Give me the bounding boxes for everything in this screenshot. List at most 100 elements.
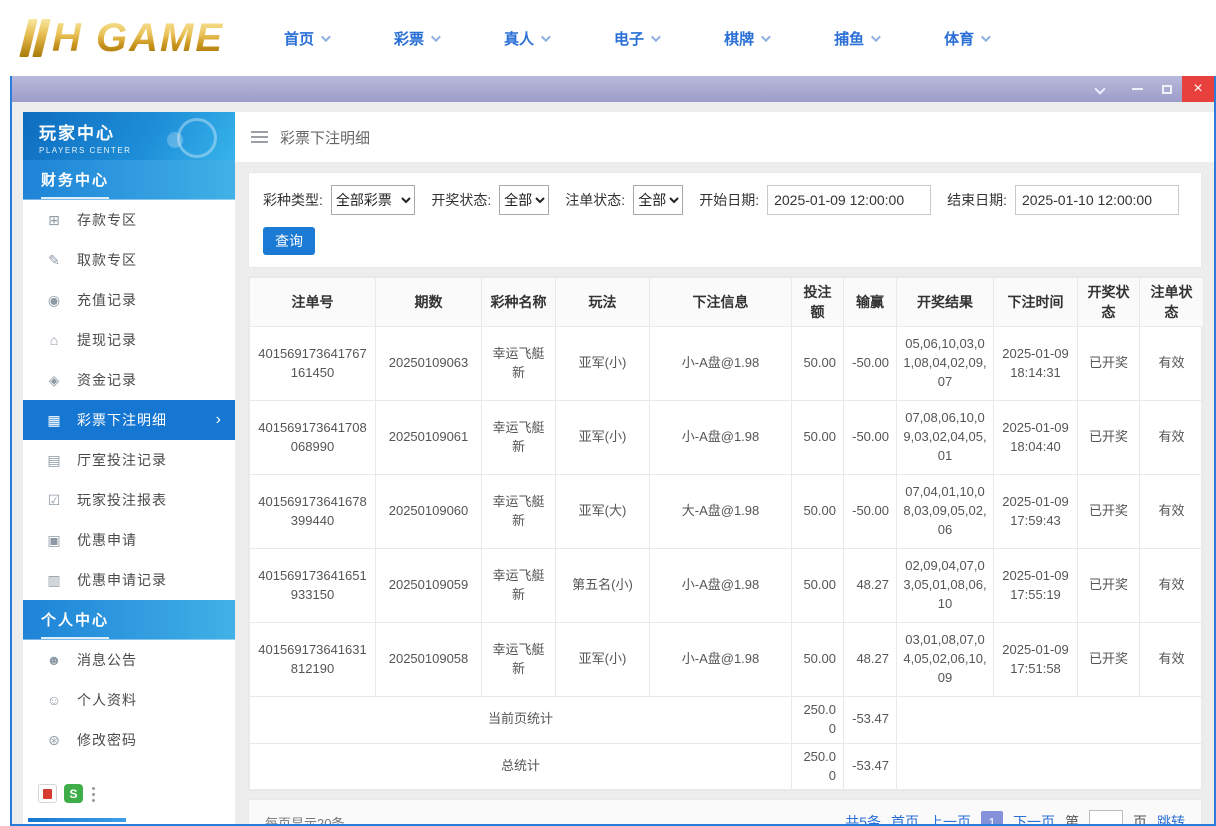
- sidebar-item-label: 个人资料: [77, 692, 137, 708]
- cell-bet-amount: 50.00: [791, 326, 844, 401]
- sidebar-item-label: 优惠申请记录: [77, 572, 167, 588]
- summary-win-loss: -53.47: [843, 742, 897, 791]
- cell-win-loss: -50.00: [843, 326, 897, 401]
- summary-win-loss: -53.47: [843, 696, 897, 744]
- summary-row-current-page: 当前页统计 250.00 -53.47: [249, 696, 1204, 744]
- cell-period: 20250109063: [375, 326, 482, 401]
- sidebar-item-lottery-bet-detail[interactable]: ▦ 彩票下注明细 ›: [23, 400, 235, 440]
- cell-draw-status: 已开奖: [1077, 474, 1140, 549]
- sidebar-item-announcements[interactable]: ☻ 消息公告: [23, 640, 235, 680]
- ime-menu-dots-icon[interactable]: [90, 785, 98, 803]
- bets-table-card: 注单号 期数 彩种名称 玩法 下注信息 投注额 输赢 开奖结果 下注时间 开奖状…: [248, 276, 1204, 792]
- col-lottery-name: 彩种名称: [481, 277, 556, 327]
- nav-item-live[interactable]: 真人: [504, 28, 551, 49]
- cell-bet-time: 2025-01-09 17:55:19: [993, 548, 1078, 623]
- nav-label: 体育: [944, 30, 975, 48]
- sidebar-item-withdrawal-record[interactable]: ⌂ 提现记录: [23, 320, 235, 360]
- nav-item-slots[interactable]: 电子: [614, 28, 661, 49]
- cell-bet-amount: 50.00: [791, 622, 844, 697]
- chevron-down-icon: [981, 31, 991, 42]
- table-header-row: 注单号 期数 彩种名称 玩法 下注信息 投注额 输赢 开奖结果 下注时间 开奖状…: [249, 277, 1204, 327]
- sidebar-item-recharge-record[interactable]: ◉ 充值记录: [23, 280, 235, 320]
- chevron-down-icon: [541, 31, 551, 42]
- table-row: 401569173641767161450 20250109063 幸运飞艇新 …: [249, 326, 1204, 401]
- col-bet-amount: 投注额: [791, 277, 844, 327]
- start-date-input[interactable]: [767, 185, 932, 215]
- jump-go-link[interactable]: 跳转: [1157, 812, 1185, 824]
- sidebar-item-profile[interactable]: ☺ 个人资料: [23, 680, 235, 720]
- col-bet-id: 注单号: [249, 277, 376, 327]
- content-area: 彩种类型: 全部彩票 开奖状态: 全部 注单状态: 全部 开始日期: 2025-…: [235, 162, 1214, 824]
- first-page-link[interactable]: 首页: [891, 812, 919, 824]
- draw-status-select[interactable]: 全部: [499, 185, 550, 215]
- cell-bet-status: 有效: [1139, 622, 1204, 697]
- sidebar-title: 玩家中心: [39, 124, 115, 143]
- minimize-button[interactable]: [1122, 76, 1152, 102]
- cell-period: 20250109059: [375, 548, 482, 623]
- sidebar-item-deposit[interactable]: ⊞ 存款专区: [23, 200, 235, 240]
- sidebar-item-promo-apply[interactable]: ▣ 优惠申请: [23, 520, 235, 560]
- section-title: 财务中心: [41, 169, 110, 199]
- cell-bet-info: 小-A盘@1.98: [649, 326, 792, 401]
- chevron-down-icon: [651, 31, 661, 42]
- nav-item-lottery[interactable]: 彩票: [394, 28, 441, 49]
- prev-page-link[interactable]: 上一页: [929, 812, 971, 824]
- sidebar-item-funds-record[interactable]: ◈ 资金记录: [23, 360, 235, 400]
- menu-toggle-icon[interactable]: [251, 131, 268, 143]
- ime-sogou-icon[interactable]: S: [64, 784, 83, 803]
- sidebar-item-promo-apply-record[interactable]: ▥ 优惠申请记录: [23, 560, 235, 600]
- cell-period: 20250109060: [375, 474, 482, 549]
- nav-item-cards[interactable]: 棋牌: [724, 28, 771, 49]
- sidebar-item-label: 彩票下注明细: [77, 412, 167, 428]
- col-play: 玩法: [555, 277, 650, 327]
- ime-skin-bar: [28, 818, 126, 822]
- promo-apply-icon: ▣: [47, 531, 61, 548]
- sidebar-item-change-password[interactable]: ⊛ 修改密码: [23, 720, 235, 760]
- sidebar-item-room-bet-record[interactable]: ▤ 厅室投注记录: [23, 440, 235, 480]
- section-personal-center: 个人中心: [23, 600, 235, 640]
- sidebar-item-withdraw[interactable]: ✎ 取款专区: [23, 240, 235, 280]
- end-date-input[interactable]: [1015, 185, 1179, 215]
- cell-bet-time: 2025-01-09 17:59:43: [993, 474, 1078, 549]
- summary-empty: [896, 696, 1204, 744]
- sidebar-item-label: 存款专区: [77, 212, 137, 228]
- sidebar-item-player-bet-report[interactable]: ☑ 玩家投注报表: [23, 480, 235, 520]
- cell-bet-status: 有效: [1139, 400, 1204, 475]
- profile-icon: ☺: [46, 692, 62, 708]
- nav-item-fishing[interactable]: 捕鱼: [834, 28, 881, 49]
- col-win-loss: 输赢: [843, 277, 897, 327]
- brand-logo: H GAME: [19, 16, 224, 61]
- cell-bet-amount: 50.00: [791, 400, 844, 475]
- col-period: 期数: [375, 277, 482, 327]
- app-window: × 玩家中心 PLAYERS CENTER 财务中心 ⊞ 存款专区 ✎ 取款专区…: [10, 76, 1216, 826]
- ime-handwriting-icon[interactable]: [38, 784, 57, 803]
- minimize-icon: [1131, 88, 1143, 90]
- section-title: 个人中心: [41, 609, 110, 639]
- sidebar-item-label: 修改密码: [77, 732, 137, 748]
- cell-bet-time: 2025-01-09 17:51:58: [993, 622, 1078, 697]
- sidebar-subtitle: PLAYERS CENTER: [39, 146, 132, 155]
- close-button[interactable]: ×: [1182, 76, 1214, 102]
- end-date-label: 结束日期:: [947, 192, 1007, 208]
- cell-lottery-name: 幸运飞艇新: [481, 400, 556, 475]
- table-row: 401569173641651933150 20250109059 幸运飞艇新 …: [249, 548, 1204, 623]
- search-button[interactable]: 查询: [263, 227, 315, 255]
- current-page-badge[interactable]: 1: [981, 811, 1003, 824]
- lottery-type-select[interactable]: 全部彩票: [330, 185, 416, 215]
- table-row: 401569173641708068990 20250109061 幸运飞艇新 …: [249, 400, 1204, 475]
- cell-period: 20250109058: [375, 622, 482, 697]
- nav-item-sports[interactable]: 体育: [944, 28, 991, 49]
- jump-page-input[interactable]: [1089, 810, 1123, 824]
- cell-draw-result: 07,04,01,10,08,03,09,05,02,06: [896, 474, 994, 549]
- nav-item-home[interactable]: 首页: [284, 28, 331, 49]
- funds-record-icon: ◈: [48, 371, 60, 388]
- next-page-link[interactable]: 下一页: [1013, 812, 1055, 824]
- pagination-bar: 每页显示20条 共5条 首页 上一页 1 下一页 第 页 跳转: [248, 799, 1202, 824]
- maximize-button[interactable]: [1152, 76, 1182, 102]
- bet-status-select[interactable]: 全部: [633, 185, 684, 215]
- announcement-icon: ☻: [46, 652, 62, 668]
- cell-bet-id: 401569173641767161450: [249, 326, 376, 401]
- chevron-down-icon: [871, 31, 881, 42]
- chevron-down-icon[interactable]: [1094, 83, 1106, 95]
- cell-bet-status: 有效: [1139, 474, 1204, 549]
